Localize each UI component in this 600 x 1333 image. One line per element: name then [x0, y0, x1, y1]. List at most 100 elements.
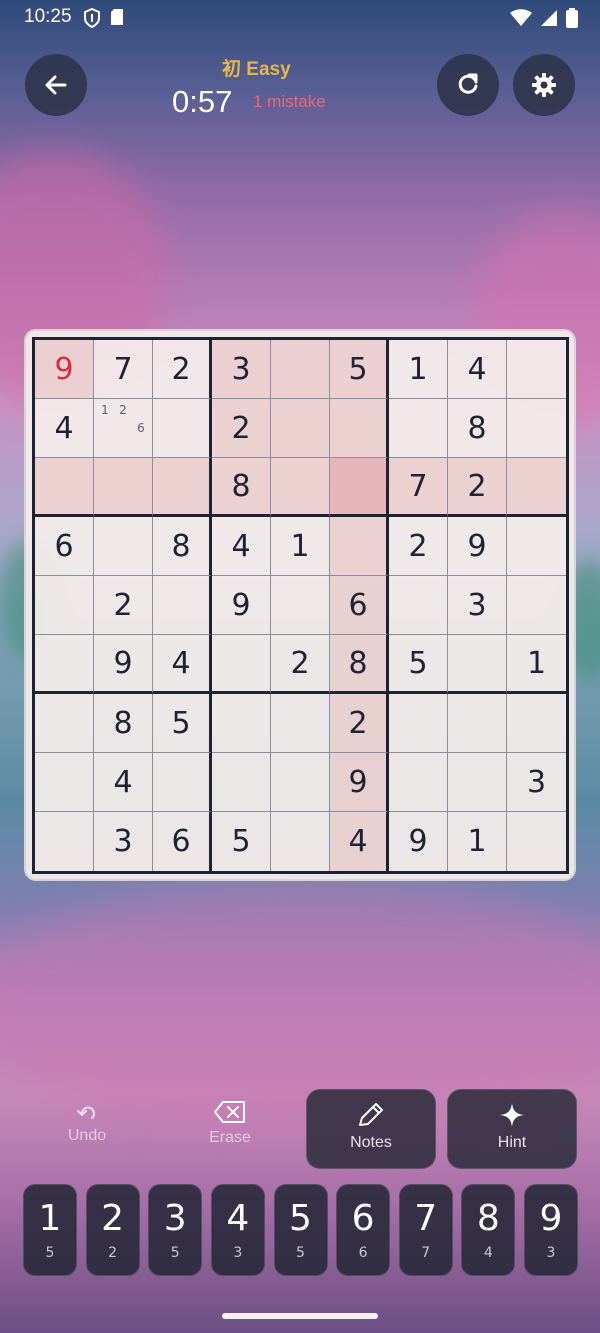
sudoku-cell[interactable] [94, 517, 153, 576]
sudoku-cell[interactable]: 5 [389, 635, 448, 694]
sudoku-cell[interactable] [212, 694, 271, 753]
sudoku-cell[interactable] [389, 576, 448, 635]
sudoku-cell[interactable] [35, 812, 94, 871]
sudoku-cell[interactable] [271, 399, 330, 458]
sudoku-cell[interactable]: 1 [448, 812, 507, 871]
sudoku-cell[interactable]: 1 [389, 340, 448, 399]
sudoku-cell[interactable]: 4 [330, 812, 389, 871]
sudoku-cell[interactable] [271, 458, 330, 517]
sudoku-cell[interactable]: 2 [389, 517, 448, 576]
hint-label: Hint [497, 1134, 527, 1151]
sudoku-cell[interactable]: 3 [94, 812, 153, 871]
restart-button[interactable] [437, 54, 499, 116]
sudoku-cell[interactable] [507, 812, 566, 871]
hint-button[interactable]: Hint [447, 1089, 577, 1169]
sudoku-cell[interactable] [94, 458, 153, 517]
numpad-key[interactable]: 77 [398, 1184, 453, 1276]
sudoku-cell[interactable] [35, 576, 94, 635]
sudoku-cell[interactable]: 2 [330, 694, 389, 753]
sudoku-cell[interactable]: 1 [271, 517, 330, 576]
sudoku-cell[interactable]: 6 [330, 576, 389, 635]
sudoku-cell[interactable]: 6 [35, 517, 94, 576]
sudoku-cell[interactable] [389, 753, 448, 812]
sudoku-cell[interactable]: 126 [94, 399, 153, 458]
sudoku-cell[interactable] [35, 694, 94, 753]
sudoku-cell[interactable] [35, 458, 94, 517]
sudoku-cell[interactable]: 2 [212, 399, 271, 458]
sudoku-cell[interactable]: 4 [153, 635, 212, 694]
sudoku-cell[interactable]: 3 [507, 753, 566, 812]
sudoku-cell[interactable] [271, 753, 330, 812]
numpad-key[interactable]: 35 [148, 1184, 203, 1276]
sudoku-cell[interactable]: 9 [35, 340, 94, 399]
home-indicator[interactable] [222, 1313, 378, 1319]
sudoku-cell[interactable] [153, 458, 212, 517]
sudoku-cell[interactable]: 8 [330, 635, 389, 694]
sudoku-cell[interactable]: 7 [94, 340, 153, 399]
numpad-key[interactable]: 22 [85, 1184, 140, 1276]
sudoku-cell[interactable] [35, 753, 94, 812]
sudoku-cell[interactable]: 1 [507, 635, 566, 694]
sudoku-cell[interactable]: 9 [330, 753, 389, 812]
notes-button[interactable]: Notes [306, 1089, 436, 1169]
numpad-key[interactable]: 55 [273, 1184, 328, 1276]
sudoku-cell[interactable]: 5 [212, 812, 271, 871]
sudoku-cell[interactable]: 9 [389, 812, 448, 871]
sudoku-cell[interactable]: 2 [94, 576, 153, 635]
sudoku-cell[interactable]: 7 [389, 458, 448, 517]
sudoku-cell[interactable]: 2 [153, 340, 212, 399]
sudoku-cell[interactable] [35, 635, 94, 694]
sudoku-cell[interactable]: 2 [271, 635, 330, 694]
sudoku-cell[interactable]: 8 [94, 694, 153, 753]
sudoku-cell[interactable]: 4 [212, 517, 271, 576]
sudoku-cell[interactable] [507, 399, 566, 458]
sudoku-cell[interactable] [271, 340, 330, 399]
sudoku-cell[interactable] [507, 458, 566, 517]
numpad-key[interactable]: 43 [210, 1184, 265, 1276]
sudoku-cell[interactable] [507, 517, 566, 576]
sudoku-cell[interactable] [448, 753, 507, 812]
sudoku-cell[interactable]: 8 [153, 517, 212, 576]
sudoku-cell[interactable] [271, 576, 330, 635]
sudoku-cell[interactable] [212, 635, 271, 694]
numpad-key[interactable]: 15 [23, 1184, 77, 1276]
sudoku-cell[interactable]: 9 [94, 635, 153, 694]
sudoku-cell[interactable] [153, 399, 212, 458]
sudoku-cell[interactable] [507, 694, 566, 753]
sudoku-cell[interactable]: 3 [448, 576, 507, 635]
sudoku-cell[interactable] [389, 399, 448, 458]
settings-button[interactable] [513, 54, 575, 116]
sudoku-cell[interactable] [389, 694, 448, 753]
sudoku-cell[interactable]: 5 [330, 340, 389, 399]
sudoku-cell[interactable] [507, 576, 566, 635]
numpad-key[interactable]: 66 [336, 1184, 391, 1276]
sudoku-cell[interactable]: 9 [448, 517, 507, 576]
back-button[interactable] [25, 54, 87, 116]
sudoku-cell[interactable] [330, 399, 389, 458]
undo-button[interactable]: Undo [22, 1089, 152, 1169]
sudoku-cell[interactable] [153, 576, 212, 635]
sudoku-cell[interactable] [153, 753, 212, 812]
sudoku-cell[interactable] [448, 635, 507, 694]
sudoku-cell[interactable]: 5 [153, 694, 212, 753]
sudoku-cell[interactable]: 4 [448, 340, 507, 399]
sudoku-cell[interactable] [330, 458, 389, 517]
sudoku-cell[interactable]: 2 [448, 458, 507, 517]
sudoku-cell[interactable] [271, 812, 330, 871]
sudoku-cell[interactable] [330, 517, 389, 576]
sudoku-cell[interactable]: 9 [212, 576, 271, 635]
sudoku-cell[interactable] [448, 694, 507, 753]
numpad-key[interactable]: 93 [524, 1184, 578, 1276]
numpad-key[interactable]: 84 [461, 1184, 516, 1276]
sudoku-cell[interactable]: 3 [212, 340, 271, 399]
sudoku-cell[interactable]: 4 [94, 753, 153, 812]
sudoku-cell[interactable]: 8 [448, 399, 507, 458]
sudoku-cell[interactable]: 8 [212, 458, 271, 517]
note-digit [132, 437, 150, 455]
sudoku-cell[interactable] [507, 340, 566, 399]
sudoku-cell[interactable] [212, 753, 271, 812]
sudoku-cell[interactable]: 6 [153, 812, 212, 871]
erase-button[interactable]: Erase [165, 1089, 295, 1169]
sudoku-cell[interactable] [271, 694, 330, 753]
sudoku-cell[interactable]: 4 [35, 399, 94, 458]
